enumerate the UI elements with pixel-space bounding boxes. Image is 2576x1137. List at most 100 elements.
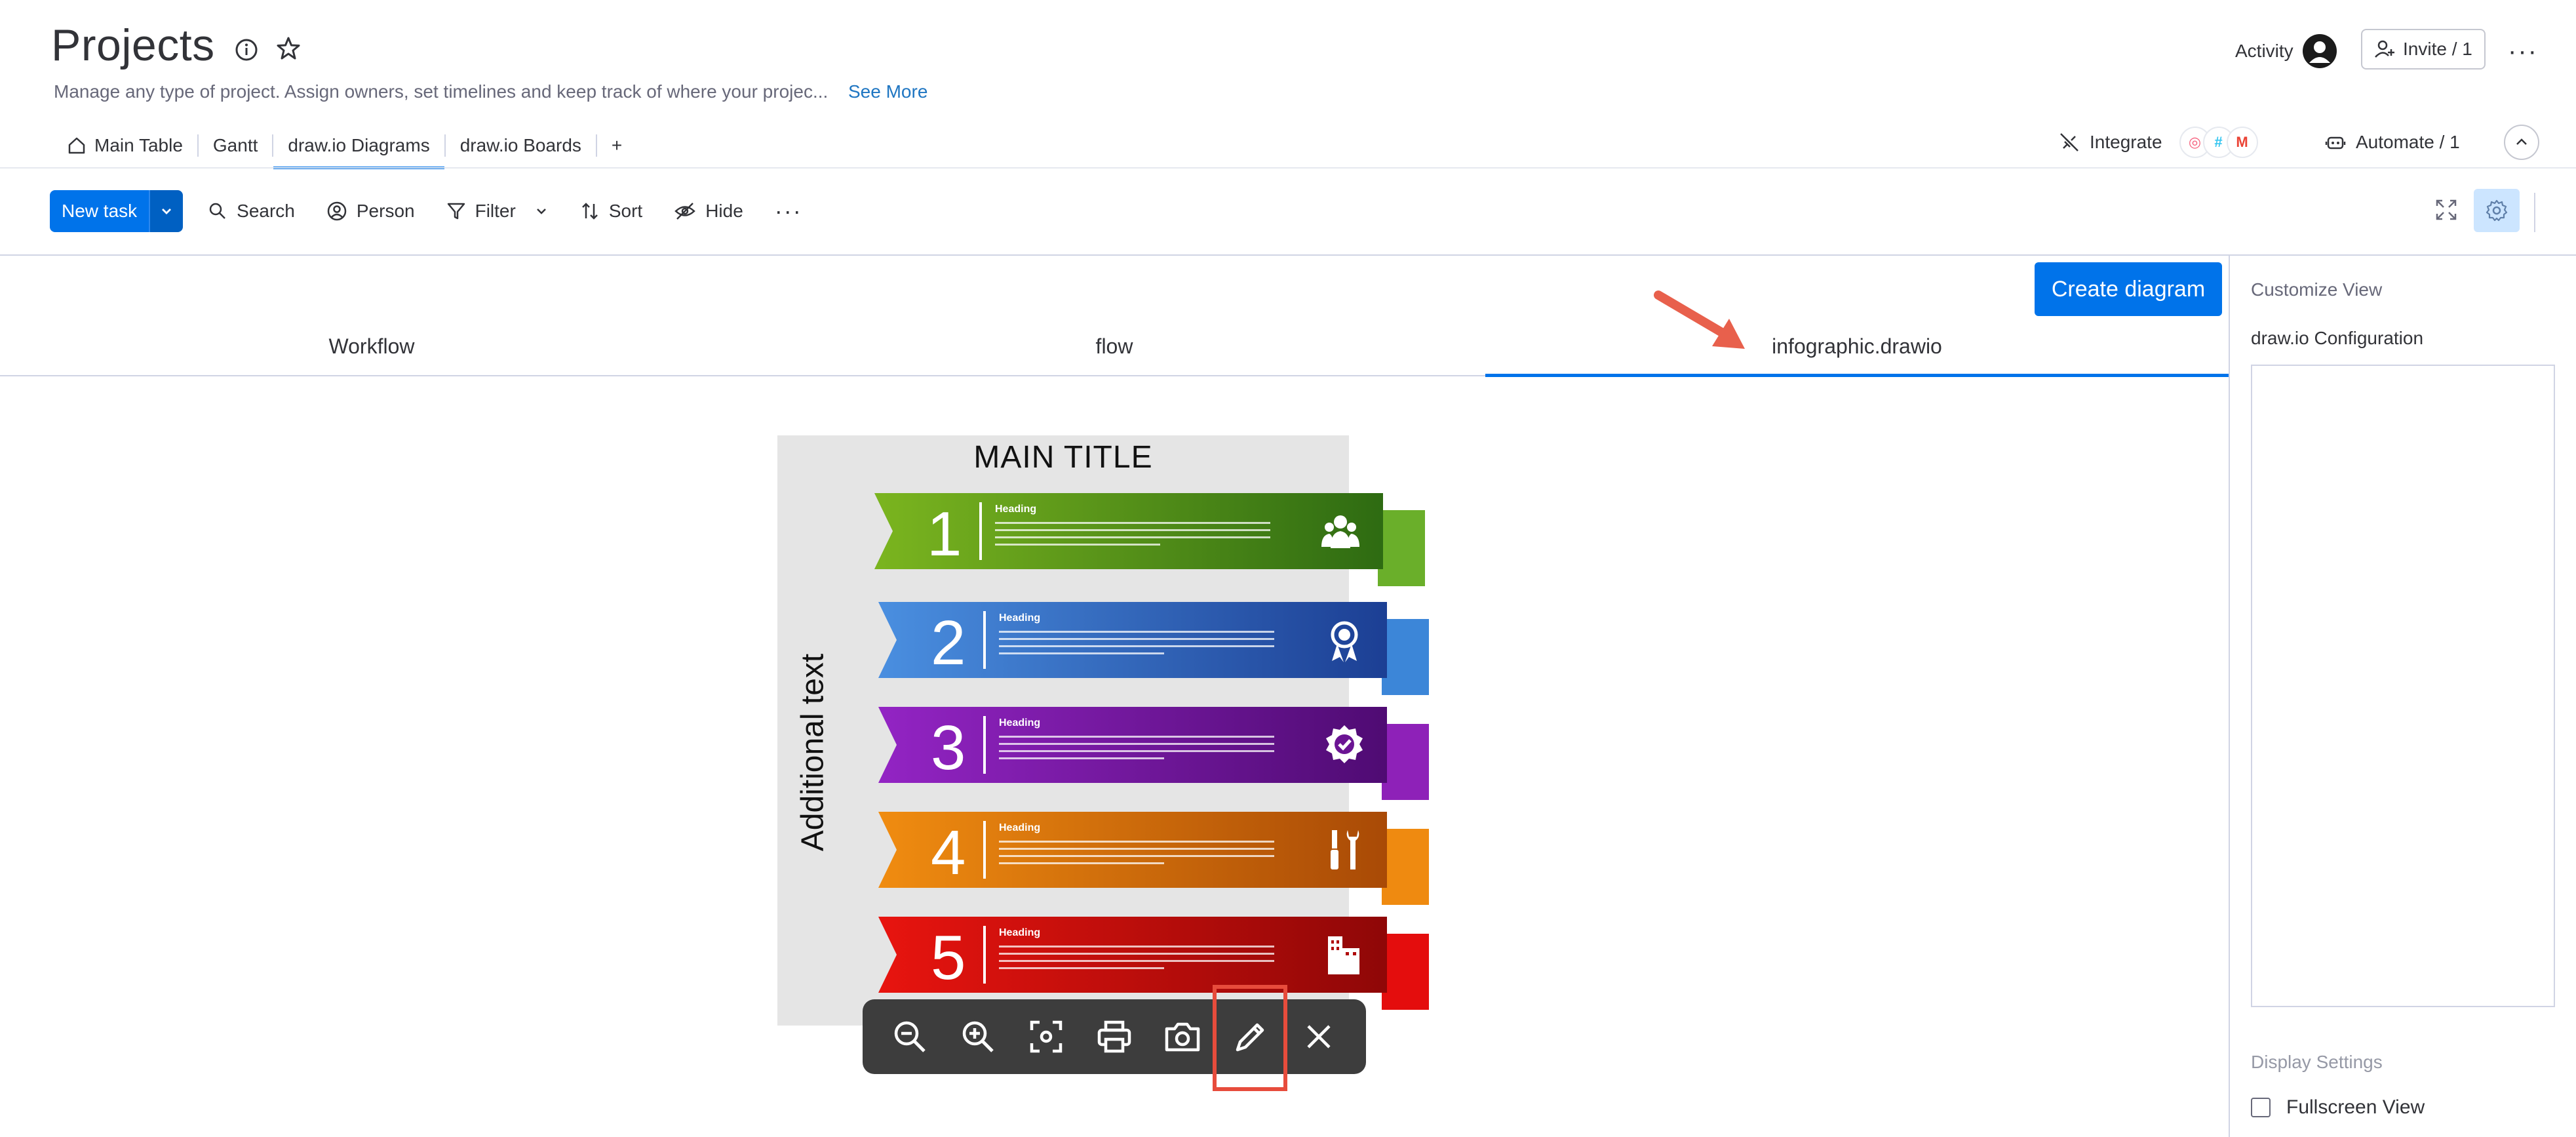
band-placeholder-text	[999, 736, 1274, 765]
band-placeholder-text	[999, 946, 1274, 974]
display-settings-heading: Display Settings	[2251, 1052, 2383, 1072]
diagram-side-text: Additional text	[795, 653, 830, 852]
search-label: Search	[237, 201, 295, 221]
camera-icon	[1165, 1022, 1200, 1052]
fit-screen-icon	[1030, 1020, 1063, 1053]
config-label: draw.io Configuration	[2251, 328, 2424, 348]
person-filter-button[interactable]: Person	[320, 190, 421, 232]
more-options-icon[interactable]: ···	[2508, 37, 2538, 66]
band-number: 1	[927, 499, 962, 569]
hide-button[interactable]: Hide	[667, 190, 750, 232]
home-icon	[68, 137, 85, 154]
tools-icon	[1331, 830, 1359, 869]
view-tabs: Main Table Gantt draw.io Diagrams draw.i…	[52, 125, 636, 169]
integrate-icon	[2060, 133, 2078, 151]
active-tab-indicator	[1485, 374, 2229, 377]
band-number: 4	[931, 818, 966, 888]
add-view-button[interactable]: +	[597, 125, 636, 167]
filter-label: Filter	[475, 201, 516, 221]
see-more-link[interactable]: See More	[848, 81, 927, 102]
toolbar-divider	[2534, 193, 2535, 232]
zoom-out-button[interactable]	[887, 1014, 933, 1060]
chevron-down-icon	[162, 209, 172, 214]
automate-label: Automate / 1	[2356, 132, 2460, 152]
tab-main-table[interactable]: Main Table	[52, 125, 197, 167]
tab-flow[interactable]: flow	[743, 334, 1485, 370]
config-textarea[interactable]	[2251, 365, 2555, 1007]
building-icon	[1328, 936, 1359, 974]
annotation-arrow-icon	[1654, 290, 1745, 349]
gear-icon	[2486, 199, 2508, 222]
tab-workflow[interactable]: Workflow	[0, 334, 743, 370]
search-button[interactable]: Search	[201, 190, 302, 232]
zoom-out-icon	[894, 1021, 926, 1052]
band-tail	[1382, 619, 1429, 695]
band-tail	[1382, 829, 1429, 905]
band-divider	[983, 716, 986, 774]
screenshot-button[interactable]	[1160, 1014, 1205, 1060]
diagram-main-title: MAIN TITLE	[973, 440, 1153, 475]
new-task-dropdown[interactable]	[149, 190, 184, 232]
filter-icon	[447, 203, 465, 220]
integrate-button[interactable]: Integrate ◎ # M	[2058, 125, 2258, 160]
people-icon	[1321, 515, 1359, 548]
page-title: Projects	[51, 20, 215, 70]
new-task-main[interactable]: New task	[50, 190, 149, 232]
star-icon[interactable]	[275, 35, 302, 62]
new-task-button[interactable]: New task	[50, 190, 184, 232]
print-button[interactable]	[1091, 1014, 1137, 1060]
zoom-in-button[interactable]	[955, 1014, 1001, 1060]
invite-button[interactable]: Invite / 1	[2361, 29, 2486, 70]
create-diagram-button[interactable]: Create diagram	[2035, 262, 2222, 316]
add-person-icon	[2375, 40, 2394, 58]
band-divider	[983, 611, 986, 669]
fullscreen-checkbox[interactable]	[2251, 1098, 2271, 1117]
fullscreen-icon[interactable]	[2433, 197, 2459, 223]
award-icon	[1331, 621, 1358, 662]
tab-drawio-boards[interactable]: draw.io Boards	[446, 125, 596, 167]
band-placeholder-text	[999, 841, 1274, 869]
person-icon	[327, 201, 347, 221]
chevron-down-icon[interactable]	[534, 204, 549, 218]
sort-button[interactable]: Sort	[574, 190, 649, 232]
band-divider	[979, 502, 982, 560]
automate-button[interactable]: Automate / 1	[2324, 125, 2460, 160]
info-icon[interactable]	[233, 37, 260, 63]
diagram-viewer-toolbar	[863, 999, 1366, 1074]
tab-infographic[interactable]: infographic.drawio	[1485, 334, 2229, 370]
gmail-icon: M	[2226, 127, 2258, 158]
fullscreen-option[interactable]: Fullscreen View	[2251, 1096, 2425, 1119]
band-divider	[983, 926, 986, 984]
collapse-header-button[interactable]	[2504, 125, 2539, 160]
activity-label: Activity	[2235, 41, 2293, 61]
filter-button[interactable]: Filter	[440, 190, 555, 232]
band-number: 2	[931, 608, 966, 678]
band-tail	[1378, 510, 1425, 586]
board-toolbar: New task Search Person Filter Sort Hide …	[50, 190, 809, 232]
settings-button[interactable]	[2474, 189, 2520, 232]
sort-label: Sort	[608, 201, 643, 221]
zoom-in-icon	[962, 1021, 994, 1052]
tab-gantt[interactable]: Gantt	[199, 125, 272, 167]
print-icon	[1097, 1020, 1131, 1053]
board-description: Manage any type of project. Assign owner…	[54, 81, 829, 102]
band-heading: Heading	[999, 612, 1041, 624]
fit-view-button[interactable]	[1023, 1014, 1069, 1060]
hide-label: Hide	[705, 201, 743, 221]
tabs-divider	[0, 167, 2576, 169]
edit-highlight-box	[1213, 985, 1287, 1091]
band-heading: Heading	[999, 927, 1041, 938]
band-tail	[1382, 724, 1429, 800]
sort-icon	[581, 203, 598, 220]
customize-view-heading: Customize View	[2251, 279, 2383, 300]
tab-label: Main Table	[94, 135, 183, 155]
tab-drawio-diagrams[interactable]: draw.io Diagrams	[273, 125, 445, 169]
fullscreen-label: Fullscreen View	[2286, 1096, 2425, 1118]
toolbar-more-icon[interactable]: ···	[768, 190, 809, 232]
band-placeholder-text	[995, 522, 1270, 551]
person-label: Person	[356, 201, 415, 221]
close-viewer-button[interactable]	[1296, 1014, 1342, 1060]
robot-icon	[2325, 136, 2346, 150]
activity-button[interactable]: Activity	[2235, 34, 2337, 68]
band-heading: Heading	[995, 504, 1037, 515]
